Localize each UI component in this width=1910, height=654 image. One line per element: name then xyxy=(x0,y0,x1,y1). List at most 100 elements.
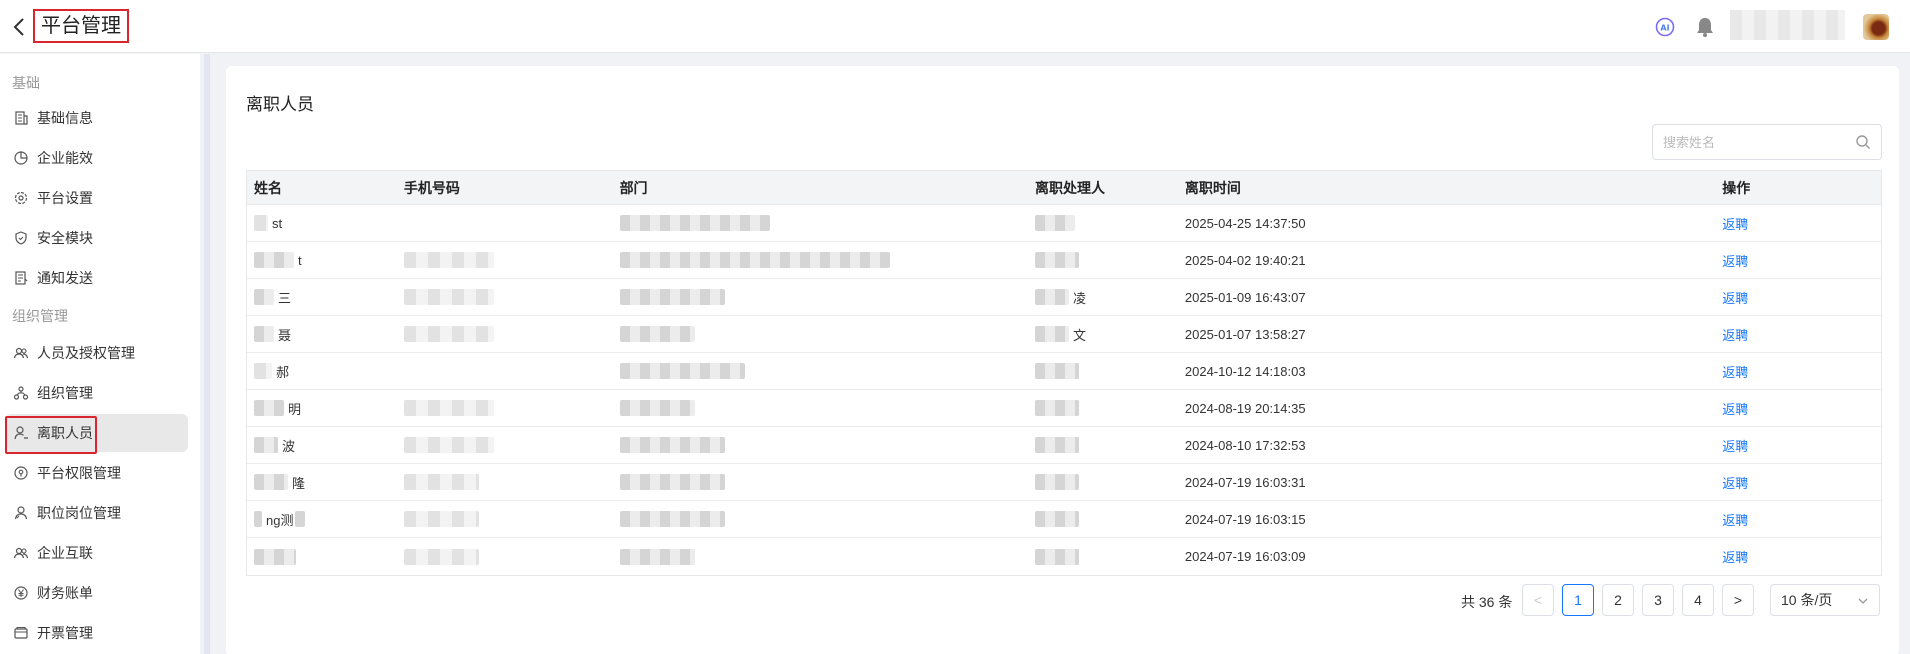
sidebar-item-enterprise-link[interactable]: 企业互联 xyxy=(5,534,188,572)
position-icon xyxy=(13,505,29,521)
sidebar-item-positions[interactable]: 职位岗位管理 xyxy=(5,494,188,532)
sidebar-item-basic-info[interactable]: 基础信息 xyxy=(5,99,188,137)
sidebar-item-org[interactable]: 组织管理 xyxy=(5,374,188,412)
card-title: 离职人员 xyxy=(246,95,314,114)
notice-icon xyxy=(13,270,29,286)
sidebar-item-invoice[interactable]: 开票管理 xyxy=(5,614,188,652)
blurred-text xyxy=(619,511,725,527)
col-time: 离职时间 xyxy=(1184,179,1241,196)
table-row: ng测 2024-07-19 16:03:15 返聘 xyxy=(247,501,1881,538)
blurred-text xyxy=(1035,400,1080,416)
sidebar-item-label: 人员及授权管理 xyxy=(37,345,135,361)
blurred-text xyxy=(254,363,272,379)
table-row: t 2025-04-02 19:40:21 返聘 xyxy=(247,242,1881,279)
sidebar-item-label: 开票管理 xyxy=(37,625,93,641)
table-row: 波 2024-08-10 17:32:53 返聘 xyxy=(247,427,1881,464)
sidebar-item-label: 职位岗位管理 xyxy=(37,505,121,521)
blurred-text xyxy=(1035,511,1080,527)
sidebar-item-resigned[interactable]: 离职人员 xyxy=(5,414,188,454)
blurred-text xyxy=(254,400,284,416)
time-cell: 2024-07-19 16:03:09 xyxy=(1184,549,1306,564)
pagination: 共 36 条 < 1 2 3 4 > 10 条/页 xyxy=(226,584,1882,616)
rehire-link[interactable]: 返聘 xyxy=(1722,362,1748,381)
name-cell: 波 xyxy=(282,438,296,454)
prev-page-button[interactable]: < xyxy=(1522,584,1554,616)
time-cell: 2024-07-19 16:03:15 xyxy=(1184,511,1306,527)
blurred-text xyxy=(619,252,890,268)
search-box[interactable] xyxy=(1652,124,1882,160)
rehire-link[interactable]: 返聘 xyxy=(1722,214,1748,233)
time-cell: 2024-07-19 16:03:31 xyxy=(1184,474,1306,490)
table-row: 郝 2024-10-12 14:18:03 返聘 xyxy=(247,353,1881,390)
svg-text:AI: AI xyxy=(1660,24,1669,33)
page-button-1[interactable]: 1 xyxy=(1562,584,1594,616)
resigned-table: 姓名 手机号码 部门 离职处理人 离职时间 操作 st 2025-04-25 1… xyxy=(246,170,1882,576)
table-header: 姓名 手机号码 部门 离职处理人 离职时间 操作 xyxy=(247,171,1881,205)
avatar[interactable] xyxy=(1863,14,1889,40)
sidebar-item-label: 安全模块 xyxy=(37,230,93,246)
col-handler: 离职处理人 xyxy=(1035,179,1106,196)
sidebar-item-label: 企业互联 xyxy=(37,545,93,561)
blurred-text xyxy=(254,289,274,305)
sidebar-scrollbar[interactable] xyxy=(204,54,210,654)
ai-assistant-icon[interactable]: AI xyxy=(1655,17,1675,37)
sidebar-item-users-auth[interactable]: 人员及授权管理 xyxy=(5,334,188,372)
page-size-select[interactable]: 10 条/页 xyxy=(1770,584,1880,616)
chart-pie-icon xyxy=(13,150,29,166)
blurred-text xyxy=(403,400,494,416)
sidebar-item-security[interactable]: 安全模块 xyxy=(5,219,188,257)
blurred-text xyxy=(403,326,494,342)
username-blurred[interactable] xyxy=(1730,10,1845,40)
rehire-link[interactable]: 返聘 xyxy=(1722,399,1748,418)
blurred-text xyxy=(619,326,695,342)
col-action: 操作 xyxy=(1722,179,1751,196)
rehire-link[interactable]: 返聘 xyxy=(1722,288,1748,307)
blurred-text xyxy=(1035,437,1080,453)
page-button-2[interactable]: 2 xyxy=(1602,584,1634,616)
time-cell: 2024-10-12 14:18:03 xyxy=(1184,363,1306,379)
gear-icon xyxy=(13,190,29,206)
rehire-link[interactable]: 返聘 xyxy=(1722,547,1748,566)
page-button-4[interactable]: 4 xyxy=(1682,584,1714,616)
back-arrow-icon[interactable] xyxy=(12,15,28,39)
page-button-3[interactable]: 3 xyxy=(1642,584,1674,616)
time-cell: 2025-04-02 19:40:21 xyxy=(1184,252,1306,268)
sidebar-section-basic: 基础 xyxy=(12,75,40,91)
sidebar-item-notify[interactable]: 通知发送 xyxy=(5,259,188,297)
blurred-text xyxy=(1035,289,1070,305)
sidebar-item-platform-settings[interactable]: 平台设置 xyxy=(5,179,188,217)
sidebar-item-label: 离职人员 xyxy=(37,425,93,441)
rehire-link[interactable]: 返聘 xyxy=(1722,325,1748,344)
blurred-text xyxy=(619,363,745,379)
rehire-link[interactable]: 返聘 xyxy=(1722,436,1748,455)
bell-icon[interactable] xyxy=(1695,16,1715,38)
name-cell: ng测 xyxy=(266,512,294,528)
name-cell: 隆 xyxy=(292,475,306,491)
blurred-text xyxy=(254,437,278,453)
blurred-text xyxy=(619,548,695,565)
rehire-link[interactable]: 返聘 xyxy=(1722,473,1748,492)
blurred-text xyxy=(254,548,296,565)
time-cell: 2024-08-19 20:14:35 xyxy=(1184,400,1306,416)
table-row: 聂 文 2025-01-07 13:58:27 返聘 xyxy=(247,316,1881,353)
sidebar-item-label: 基础信息 xyxy=(37,110,93,126)
search-input[interactable] xyxy=(1653,125,1843,159)
link-users-icon xyxy=(13,545,29,561)
blurred-text xyxy=(619,437,725,453)
rehire-link[interactable]: 返聘 xyxy=(1722,251,1748,270)
sidebar-item-energy[interactable]: 企业能效 xyxy=(5,139,188,177)
next-page-button[interactable]: > xyxy=(1722,584,1754,616)
blurred-text xyxy=(254,252,294,268)
name-cell: st xyxy=(272,215,283,231)
blurred-text xyxy=(619,289,725,305)
blurred-text xyxy=(403,252,494,268)
sidebar-item-permissions[interactable]: 平台权限管理 xyxy=(5,454,188,492)
search-icon[interactable] xyxy=(1855,134,1871,150)
blurred-text xyxy=(1035,215,1076,231)
rehire-link[interactable]: 返聘 xyxy=(1722,510,1748,529)
blurred-text xyxy=(403,437,494,453)
blurred-text xyxy=(619,215,770,231)
col-phone: 手机号码 xyxy=(403,179,460,196)
sidebar-item-finance[interactable]: 财务账单 xyxy=(5,574,188,612)
sidebar-item-label: 财务账单 xyxy=(37,585,93,601)
